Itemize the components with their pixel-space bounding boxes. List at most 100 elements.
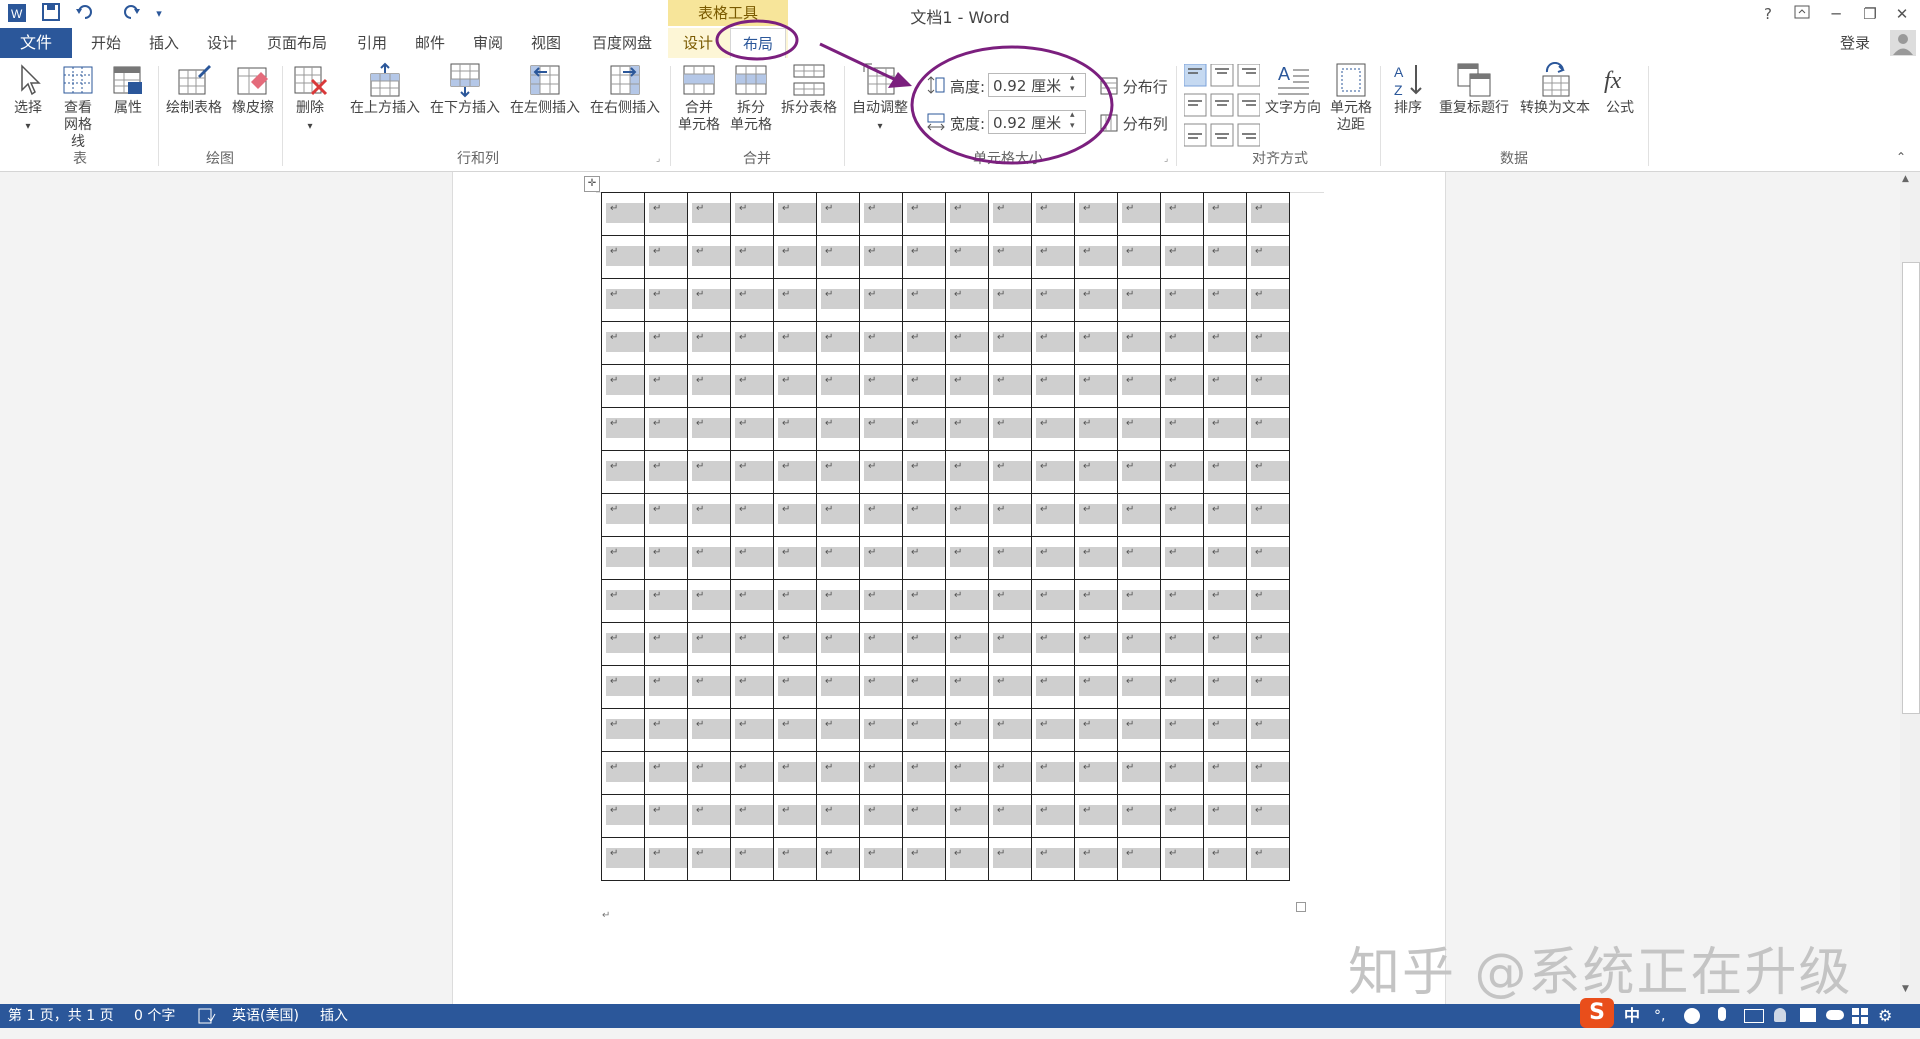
user-icon[interactable] (1774, 1008, 1786, 1022)
table-cell[interactable]: ↵ (1117, 192, 1161, 236)
table-cell[interactable]: ↵ (773, 235, 817, 279)
table-cell[interactable]: ↵ (945, 665, 989, 709)
table-cell[interactable]: ↵ (1117, 450, 1161, 494)
table-cell[interactable]: ↵ (601, 665, 645, 709)
table-cell[interactable]: ↵ (945, 192, 989, 236)
eraser-button[interactable]: 橡皮擦 (228, 62, 278, 117)
keyboard-icon[interactable] (1744, 1009, 1764, 1023)
table-cell[interactable]: ↵ (945, 794, 989, 838)
table-cell[interactable]: ↵ (687, 536, 731, 580)
table-cell[interactable]: ↵ (601, 751, 645, 795)
table-cell[interactable]: ↵ (945, 622, 989, 666)
table-cell[interactable]: ↵ (1246, 536, 1290, 580)
table-cell[interactable]: ↵ (902, 665, 946, 709)
table-cell[interactable]: ↵ (687, 407, 731, 451)
table-cell[interactable]: ↵ (1203, 622, 1247, 666)
table-cell[interactable]: ↵ (1160, 235, 1204, 279)
table-cell[interactable]: ↵ (1117, 536, 1161, 580)
table-cell[interactable]: ↵ (1074, 708, 1118, 752)
proofing-icon[interactable] (198, 1008, 216, 1028)
tab-table-layout[interactable]: 布局 (730, 28, 786, 59)
table-cell[interactable]: ↵ (1246, 321, 1290, 365)
table-cell[interactable]: ↵ (1246, 407, 1290, 451)
table-cell[interactable]: ↵ (1031, 837, 1075, 881)
table-cell[interactable]: ↵ (988, 278, 1032, 322)
cell-size-dialog-launcher-icon[interactable]: ⌟ (1164, 154, 1168, 164)
table-cell[interactable]: ↵ (1203, 192, 1247, 236)
table-cell[interactable]: ↵ (730, 407, 774, 451)
table-cell[interactable]: ↵ (1246, 278, 1290, 322)
table-cell[interactable]: ↵ (1246, 622, 1290, 666)
table-cell[interactable]: ↵ (730, 708, 774, 752)
table-cell[interactable]: ↵ (1031, 192, 1075, 236)
rows-cols-dialog-launcher-icon[interactable]: ⌟ (656, 154, 660, 164)
table-cell[interactable]: ↵ (1160, 364, 1204, 408)
table-cell[interactable]: ↵ (1246, 751, 1290, 795)
table-cell[interactable]: ↵ (1203, 407, 1247, 451)
table-cell[interactable]: ↵ (1160, 794, 1204, 838)
table-cell[interactable]: ↵ (1074, 407, 1118, 451)
table-cell[interactable]: ↵ (1203, 751, 1247, 795)
table-cell[interactable]: ↵ (902, 622, 946, 666)
table-cell[interactable]: ↵ (1074, 579, 1118, 623)
table-cell[interactable]: ↵ (644, 794, 688, 838)
table-cell[interactable]: ↵ (1246, 235, 1290, 279)
table-cell[interactable]: ↵ (1246, 493, 1290, 537)
table-cell[interactable]: ↵ (859, 321, 903, 365)
table-cell[interactable]: ↵ (644, 235, 688, 279)
close-icon[interactable]: ✕ (1886, 2, 1918, 26)
table-cell[interactable]: ↵ (601, 536, 645, 580)
table-cell[interactable]: ↵ (1117, 708, 1161, 752)
table-cell[interactable]: ↵ (902, 321, 946, 365)
table-cell[interactable]: ↵ (902, 450, 946, 494)
table-cell[interactable]: ↵ (1031, 450, 1075, 494)
table-cell[interactable]: ↵ (859, 235, 903, 279)
tab-references[interactable]: 引用 (350, 28, 394, 58)
table-cell[interactable]: ↵ (859, 751, 903, 795)
status-insert-mode[interactable]: 插入 (320, 1004, 348, 1028)
distribute-cols-button[interactable]: 分布列 (1100, 113, 1168, 134)
table-cell[interactable]: ↵ (1074, 278, 1118, 322)
table-cell[interactable]: ↵ (1117, 407, 1161, 451)
table-cell[interactable]: ↵ (945, 536, 989, 580)
table-cell[interactable]: ↵ (859, 665, 903, 709)
game-icon[interactable] (1826, 1010, 1844, 1020)
insert-below-button[interactable]: 在下方插入 (426, 62, 504, 117)
table-cell[interactable]: ↵ (601, 622, 645, 666)
table-cell[interactable]: ↵ (644, 837, 688, 881)
table-cell[interactable]: ↵ (730, 278, 774, 322)
table-cell[interactable]: ↵ (601, 192, 645, 236)
table-resize-handle[interactable] (1296, 902, 1306, 912)
table-cell[interactable]: ↵ (601, 708, 645, 752)
view-gridlines-button[interactable]: 查看网格线 (54, 62, 102, 151)
status-language[interactable]: 英语(美国) (232, 1004, 299, 1028)
table-cell[interactable]: ↵ (816, 235, 860, 279)
punctuation-icon[interactable]: °, (1654, 1004, 1665, 1028)
table-cell[interactable]: ↵ (1031, 579, 1075, 623)
table-cell[interactable]: ↵ (988, 407, 1032, 451)
emoji-icon[interactable] (1684, 1008, 1700, 1024)
table-cell[interactable]: ↵ (988, 751, 1032, 795)
table-cell[interactable]: ↵ (945, 450, 989, 494)
table-cell[interactable]: ↵ (1074, 837, 1118, 881)
table-cell[interactable]: ↵ (644, 407, 688, 451)
table-cell[interactable]: ↵ (816, 364, 860, 408)
table-cell[interactable]: ↵ (1117, 278, 1161, 322)
table-cell[interactable]: ↵ (1074, 751, 1118, 795)
table-cell[interactable]: ↵ (988, 536, 1032, 580)
table-cell[interactable]: ↵ (1246, 450, 1290, 494)
table-cell[interactable]: ↵ (601, 407, 645, 451)
row-height-spinner[interactable]: ▴ ▾ (1070, 73, 1075, 95)
table-cell[interactable]: ↵ (644, 622, 688, 666)
sort-button[interactable]: AZ 排序 (1386, 62, 1430, 117)
table-cell[interactable]: ↵ (601, 837, 645, 881)
table-cell[interactable]: ↵ (730, 450, 774, 494)
table-cell[interactable]: ↵ (902, 794, 946, 838)
table-cell[interactable]: ↵ (1203, 493, 1247, 537)
customize-quick-access-icon[interactable]: ▾ (148, 3, 170, 25)
undo-icon[interactable] (74, 3, 96, 25)
table-cell[interactable]: ↵ (1117, 493, 1161, 537)
save-icon[interactable] (40, 3, 62, 25)
table-cell[interactable]: ↵ (859, 364, 903, 408)
table-cell[interactable]: ↵ (1074, 235, 1118, 279)
